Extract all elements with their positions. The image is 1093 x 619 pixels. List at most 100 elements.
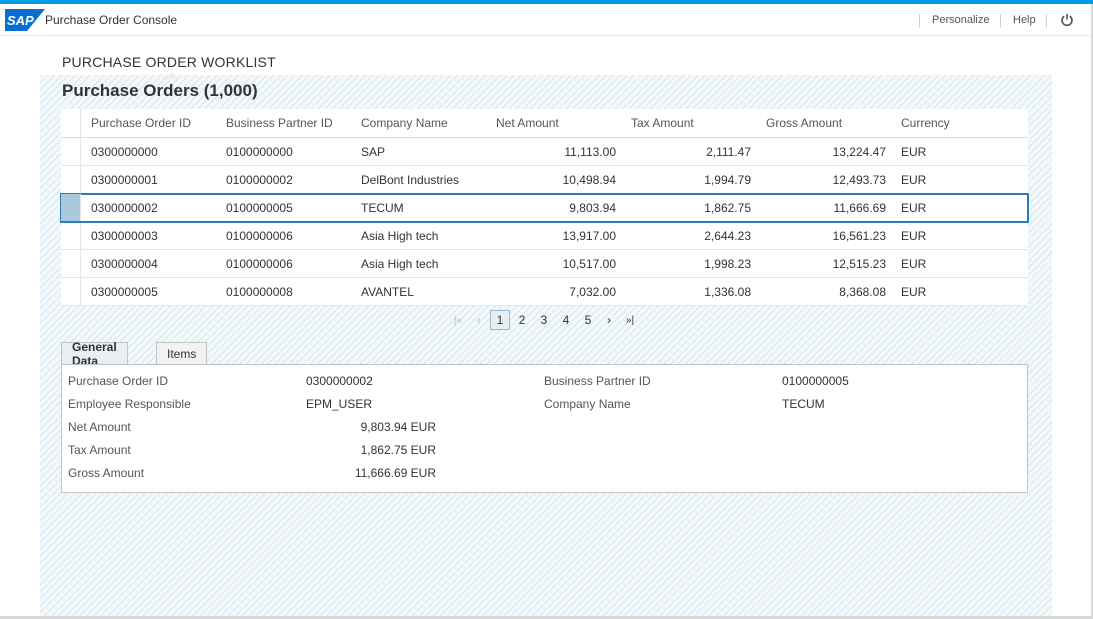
table-row[interactable]: 0300000003 0100000006 Asia High tech 13,… — [61, 222, 1028, 250]
gross-amount-cell: 13,224.47 — [832, 144, 886, 159]
last-page-button[interactable]: »| — [622, 310, 638, 330]
column-header[interactable]: Purchase Order ID — [91, 109, 191, 137]
column-header[interactable]: Currency — [901, 109, 950, 137]
po-id-cell: 0300000003 — [91, 228, 158, 243]
row-selector[interactable] — [61, 166, 81, 193]
gross-amount-cell: 8,368.08 — [839, 284, 886, 299]
bp-id-cell: 0100000002 — [226, 172, 293, 187]
tax-amount-label: Tax Amount — [68, 443, 131, 457]
tax-amount-cell: 1,862.75 — [704, 200, 751, 215]
currency-cell: EUR — [901, 172, 927, 187]
page-button-current[interactable]: 1 — [490, 310, 510, 330]
net-amount-cell: 10,517.00 — [562, 256, 616, 271]
page-button[interactable]: 5 — [580, 310, 596, 330]
currency-cell: EUR — [901, 228, 927, 243]
net-amount-cell: 10,498.94 — [562, 172, 616, 187]
section-caret — [165, 72, 179, 79]
po-id-label: Purchase Order ID — [68, 374, 169, 388]
next-page-button[interactable]: › — [602, 310, 616, 330]
power-icon[interactable] — [1060, 13, 1074, 27]
page-button[interactable]: 2 — [514, 310, 530, 330]
gross-amount-label: Gross Amount — [68, 466, 145, 480]
bp-id-cell: 0100000008 — [226, 284, 293, 299]
po-id-cell: 0300000001 — [91, 172, 158, 187]
tax-amount-cell: 1,998.23 — [704, 256, 751, 271]
company-cell: SAP — [361, 144, 386, 159]
bp-id-cell: 0100000000 — [226, 144, 293, 159]
purchase-orders-table: Purchase Order ID Business Partner ID Co… — [60, 109, 1029, 306]
table-title: Purchase Orders (1,000) — [62, 81, 258, 100]
table-header-row: Purchase Order ID Business Partner ID Co… — [61, 109, 1028, 138]
employee-label: Employee Responsible — [68, 397, 191, 411]
shell-header: SAP Purchase Order Console Personalize H… — [0, 4, 1093, 36]
prev-page-button[interactable]: ‹ — [472, 310, 486, 330]
sap-logo: SAP — [5, 9, 45, 31]
sap-logo-text: SAP — [7, 13, 34, 28]
bp-id-cell: 0100000006 — [226, 228, 293, 243]
net-amount-value: 9,803.94 EUR — [360, 420, 436, 434]
gross-amount-value: 11,666.69 EUR — [354, 466, 436, 480]
table-row[interactable]: 0300000005 0100000008 AVANTEL 7,032.00 1… — [61, 278, 1028, 306]
row-selector[interactable] — [61, 250, 81, 277]
row-selector[interactable] — [61, 278, 81, 305]
general-data-panel: Purchase Order ID 0300000002 Employee Re… — [61, 364, 1028, 493]
currency-cell: EUR — [901, 144, 927, 159]
first-page-button[interactable]: |« — [450, 310, 466, 330]
table-row-selected[interactable]: 0300000002 0100000005 TECUM 9,803.94 1,8… — [60, 193, 1029, 223]
table-row[interactable]: 0300000004 0100000006 Asia High tech 10,… — [61, 250, 1028, 278]
gross-amount-cell: 16,561.23 — [832, 228, 886, 243]
tab-general-data[interactable]: General Data — [61, 340, 128, 368]
currency-cell: EUR — [901, 200, 927, 215]
company-cell: AVANTEL — [361, 284, 414, 299]
tax-amount-cell: 2,644.23 — [704, 228, 751, 243]
page-button[interactable]: 3 — [536, 310, 552, 330]
company-name-label: Company Name — [544, 397, 631, 411]
net-amount-cell: 7,032.00 — [569, 284, 616, 299]
column-header[interactable]: Company Name — [361, 109, 448, 137]
company-name-value: TECUM — [782, 397, 825, 411]
tab-items[interactable]: Items — [156, 342, 208, 365]
row-selector[interactable] — [61, 194, 81, 221]
section-title: PURCHASE ORDER WORKLIST — [62, 54, 276, 70]
company-cell: Asia High tech — [361, 256, 439, 271]
page-button[interactable]: 4 — [558, 310, 574, 330]
po-id-cell: 0300000002 — [91, 200, 158, 215]
column-header[interactable]: Business Partner ID — [226, 109, 333, 137]
app-title: Purchase Order Console — [45, 13, 178, 27]
tax-amount-cell: 1,336.08 — [704, 284, 751, 299]
header-separator — [919, 14, 920, 28]
company-cell: TECUM — [361, 200, 404, 215]
column-header[interactable]: Tax Amount — [631, 109, 751, 137]
table-row[interactable]: 0300000000 0100000000 SAP 11,113.00 2,11… — [61, 138, 1028, 166]
select-all-cell[interactable] — [61, 109, 81, 137]
tax-amount-cell: 2,111.47 — [706, 144, 751, 159]
tax-amount-value: 1,862.75 EUR — [360, 443, 436, 457]
net-amount-cell: 13,917.00 — [562, 228, 616, 243]
tax-amount-cell: 1,994.79 — [704, 172, 751, 187]
column-header[interactable]: Net Amount — [496, 109, 616, 137]
bp-id-cell: 0100000005 — [226, 200, 293, 215]
po-id-cell: 0300000000 — [91, 144, 158, 159]
net-amount-cell: 9,803.94 — [569, 200, 616, 215]
po-id-value: 0300000002 — [306, 374, 373, 388]
net-amount-cell: 11,113.00 — [564, 144, 616, 159]
table-row[interactable]: 0300000001 0100000002 DelBont Industries… — [61, 166, 1028, 194]
po-id-cell: 0300000004 — [91, 256, 158, 271]
gross-amount-cell: 11,666.69 — [833, 200, 887, 215]
employee-value: EPM_USER — [306, 397, 373, 411]
net-amount-label: Net Amount — [68, 420, 131, 434]
gross-amount-cell: 12,493.73 — [832, 172, 886, 187]
header-separator — [1046, 14, 1047, 28]
po-id-cell: 0300000005 — [91, 284, 158, 299]
help-link[interactable]: Help — [1013, 14, 1036, 26]
bp-id-cell: 0100000006 — [226, 256, 293, 271]
gross-amount-cell: 12,515.23 — [832, 256, 886, 271]
column-header[interactable]: Gross Amount — [766, 109, 886, 137]
bp-id-label: Business Partner ID — [544, 374, 651, 388]
row-selector[interactable] — [61, 222, 81, 249]
header-separator — [1000, 14, 1001, 28]
currency-cell: EUR — [901, 256, 927, 271]
personalize-link[interactable]: Personalize — [932, 14, 989, 26]
row-selector[interactable] — [61, 138, 81, 165]
bp-id-value: 0100000005 — [782, 374, 849, 388]
